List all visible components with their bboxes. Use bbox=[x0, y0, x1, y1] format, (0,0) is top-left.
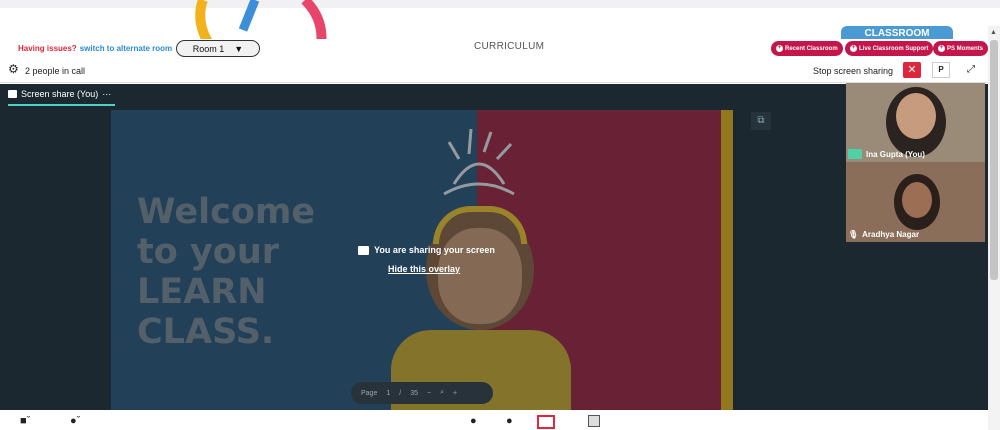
ps-moments-button[interactable]: + PS Moments bbox=[933, 41, 989, 56]
top-strip bbox=[0, 0, 1000, 8]
active-tab-indicator bbox=[8, 104, 115, 106]
camera-icon[interactable]: ■ˇ bbox=[20, 415, 30, 427]
slide-pager: Page 1 / 35 − ⌕ + bbox=[351, 382, 493, 404]
plus-icon: + bbox=[776, 45, 783, 52]
pager-label: Page bbox=[361, 389, 378, 397]
hide-overlay-link[interactable]: Hide this overlay bbox=[388, 264, 460, 274]
participant-name-row: Ina Gupta (You) bbox=[846, 149, 925, 159]
recent-classroom-label: Recent Classroom bbox=[785, 45, 838, 52]
plus-icon: + bbox=[850, 45, 857, 52]
participant-name: Aradhya Nagar bbox=[862, 230, 920, 239]
participant-tile[interactable]: 🎙 Aradhya Nagar bbox=[846, 162, 985, 242]
tab-screen-share[interactable]: Screen share (You) ··· bbox=[8, 89, 111, 99]
p-button[interactable]: P bbox=[932, 62, 950, 78]
switch-room-link[interactable]: switch to alternate room bbox=[80, 44, 172, 53]
participant-face bbox=[902, 182, 932, 218]
share-tab-row bbox=[0, 84, 846, 106]
mic-toggle-icon[interactable]: ●ˇ bbox=[70, 415, 80, 427]
issue-notice: Having issues? switch to alternate room bbox=[18, 44, 172, 53]
close-icon: ✕ bbox=[907, 64, 917, 76]
room-select[interactable]: Room 1 ▼ bbox=[176, 40, 260, 57]
screen-share-icon bbox=[358, 245, 369, 255]
participants-icon[interactable]: ● bbox=[470, 415, 477, 427]
screen-icon bbox=[8, 90, 17, 98]
pager-current[interactable]: 1 bbox=[386, 390, 390, 397]
zoom-icon[interactable]: ⌕ bbox=[440, 389, 444, 397]
caret-down-icon: ▼ bbox=[234, 43, 244, 54]
live-support-button[interactable]: + Live Classroom Support bbox=[845, 41, 934, 56]
people-count: 2 people in call bbox=[25, 66, 86, 76]
popout-icon[interactable]: ⧉ bbox=[751, 112, 771, 130]
zoom-out-button[interactable]: − bbox=[427, 390, 431, 397]
ps-moments-label: PS Moments bbox=[947, 45, 984, 52]
sharing-message-text: You are sharing your screen bbox=[374, 245, 495, 255]
plus-icon: + bbox=[938, 45, 945, 52]
tab-curriculum[interactable]: CURRICULUM bbox=[474, 41, 544, 52]
pager-separator: / bbox=[399, 389, 402, 397]
fullscreen-icon[interactable]: ⤢ bbox=[962, 62, 980, 78]
screen-share-off-icon[interactable] bbox=[537, 415, 555, 429]
speaking-indicator-icon bbox=[848, 149, 862, 159]
tab-screen-share-label: Screen share (You) bbox=[21, 89, 99, 99]
participant-name-row: 🎙 Aradhya Nagar bbox=[846, 230, 919, 239]
gear-icon[interactable]: ⚙ bbox=[8, 63, 20, 75]
scroll-up-icon[interactable]: ▲ bbox=[990, 29, 997, 36]
participant-tile[interactable]: Ina Gupta (You) bbox=[846, 83, 985, 162]
stop-sharing-label: Stop screen sharing bbox=[813, 66, 894, 76]
mic-icon: 🎙 bbox=[848, 230, 859, 239]
chat-icon[interactable]: ● bbox=[506, 415, 513, 427]
more-options-icon[interactable]: ··· bbox=[102, 89, 111, 99]
pager-total: 35 bbox=[410, 389, 419, 397]
scrollbar-thumb[interactable] bbox=[990, 40, 998, 280]
recent-classroom-button[interactable]: + Recent Classroom bbox=[771, 41, 843, 56]
participant-face bbox=[896, 93, 936, 139]
live-support-label: Live Classroom Support bbox=[859, 45, 929, 52]
stop-sharing-button[interactable]: ✕ bbox=[903, 62, 921, 78]
zoom-in-button[interactable]: + bbox=[453, 390, 457, 397]
sharing-overlay bbox=[111, 110, 733, 410]
sharing-message: You are sharing your screen bbox=[358, 245, 495, 255]
participant-name: Ina Gupta (You) bbox=[866, 149, 925, 159]
issue-prefix: Having issues? bbox=[18, 44, 77, 53]
whiteboard-icon[interactable] bbox=[588, 415, 600, 427]
room-select-value: Room 1 bbox=[192, 43, 225, 54]
bottom-toolbar bbox=[0, 410, 988, 430]
